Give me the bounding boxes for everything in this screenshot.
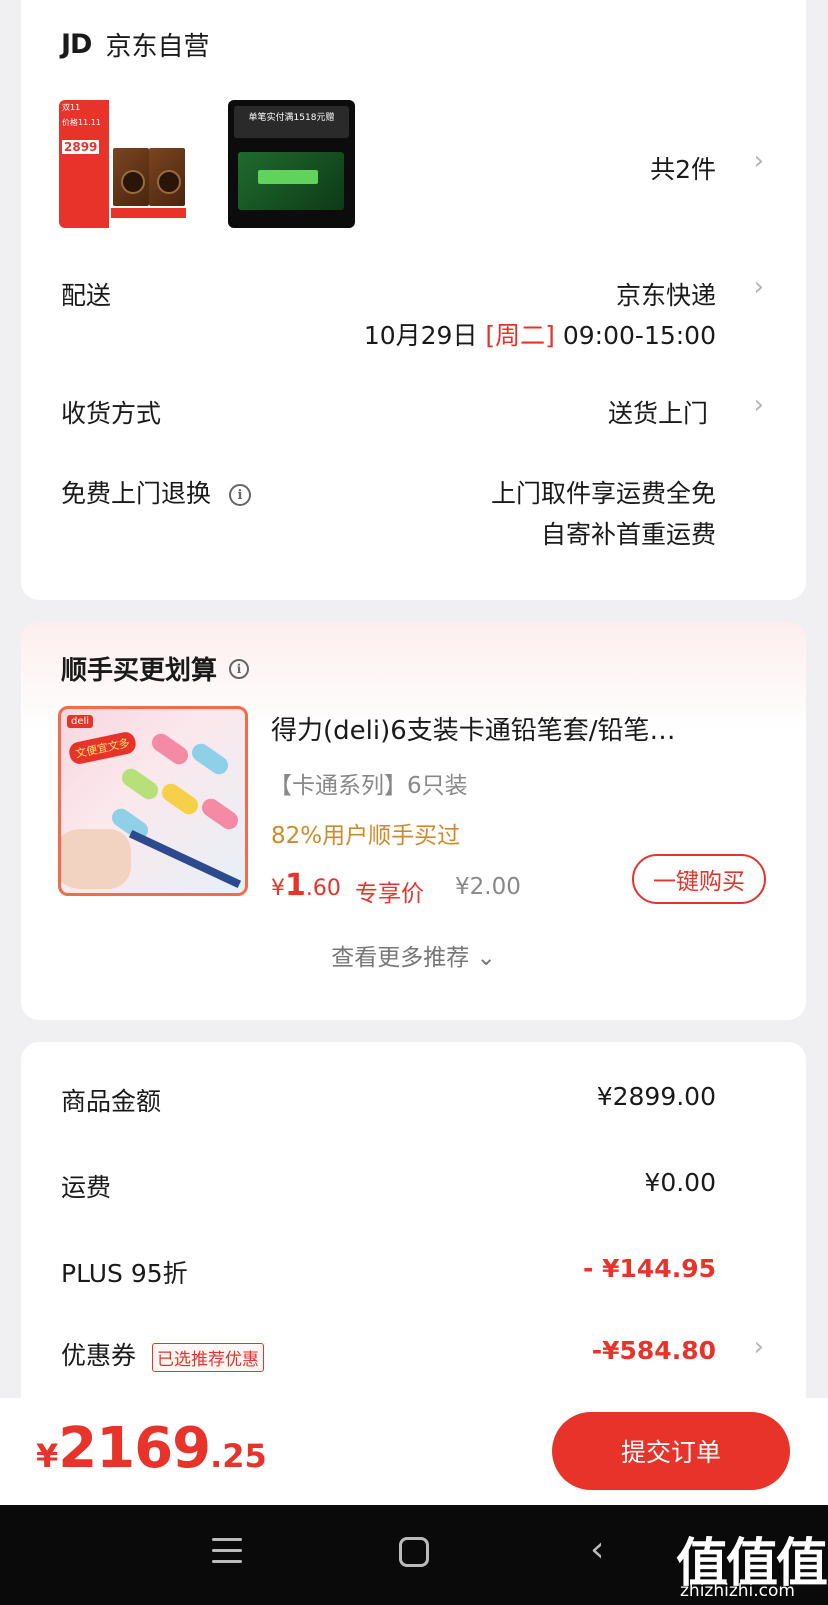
shipping-label: 运费 bbox=[61, 1173, 112, 1202]
goods-amount-label: 商品金额 bbox=[61, 1087, 162, 1116]
store-name: 京东自营 bbox=[105, 32, 210, 62]
system-nav-bar: ‹ 值值值 zhizhizhi.com bbox=[0, 1505, 828, 1605]
speaker-image bbox=[113, 148, 149, 206]
delivery-weekday: [周二] bbox=[485, 321, 555, 350]
coupon-tag: 已选推荐优惠 bbox=[152, 1342, 265, 1372]
addon-product-spec: 【卡通系列】6只装 bbox=[269, 773, 468, 799]
order-card: JD 京东自营 双11 价格11.11 2899 单笔实付满1518元赠 共2件… bbox=[21, 0, 806, 600]
goods-amount-value: ¥2899.00 bbox=[596, 1082, 716, 1111]
receive-method-label: 收货方式 bbox=[61, 399, 162, 428]
price-summary-card: 商品金额 ¥2899.00 运费 ¥0.00 PLUS 95折 - ¥144.9… bbox=[21, 1042, 806, 1422]
menu-icon[interactable] bbox=[212, 1538, 242, 1564]
watermark-url: zhizhizhi.com bbox=[680, 1581, 795, 1601]
product-thumbnail-speakers[interactable]: 双11 价格11.11 2899 bbox=[59, 100, 186, 228]
submit-order-button[interactable]: 提交订单 bbox=[552, 1412, 790, 1490]
delivery-label: 配送 bbox=[61, 281, 112, 310]
back-icon[interactable]: ‹ bbox=[590, 1529, 604, 1570]
addon-recommendation-card: 顺手买更划算 i deli 文便宜文多 得力(deli)6支装卡通铅笔套/铅笔… … bbox=[21, 622, 806, 1020]
addon-price: ¥1.60 bbox=[271, 868, 341, 903]
product-thumbnail-gift[interactable]: 单笔实付满1518元赠 bbox=[228, 100, 355, 228]
thumb-badge-line: 价格11.11 bbox=[62, 118, 101, 127]
speaker-image bbox=[149, 148, 185, 206]
promo-sticker: 文便宜文多 bbox=[67, 730, 138, 766]
thumb-badge: 双11 bbox=[62, 103, 81, 112]
return-policy-line1: 上门取件享运费全免 bbox=[490, 479, 716, 508]
shipping-value: ¥0.00 bbox=[644, 1168, 716, 1197]
free-return-label: 免费上门退换 i bbox=[61, 474, 252, 510]
chevron-right-icon[interactable]: › bbox=[754, 390, 764, 420]
chevron-right-icon[interactable]: › bbox=[754, 146, 764, 176]
plus-discount-label: PLUS 95折 bbox=[61, 1259, 188, 1288]
home-icon[interactable] bbox=[399, 1537, 429, 1567]
chevron-right-icon[interactable]: › bbox=[754, 1332, 764, 1362]
receive-method-value[interactable]: 送货上门 bbox=[608, 394, 708, 430]
order-total: ¥2169.25 bbox=[36, 1416, 267, 1481]
section-title: 顺手买更划算 i bbox=[61, 650, 250, 687]
info-icon[interactable]: i bbox=[229, 484, 252, 506]
brand-logo: deli bbox=[67, 715, 94, 728]
jd-logo: JD bbox=[61, 29, 92, 60]
coupon-value[interactable]: -¥584.80 bbox=[592, 1336, 716, 1365]
checkout-bar: ¥2169.25 提交订单 bbox=[0, 1398, 828, 1505]
coupon-label[interactable]: 优惠券 已选推荐优惠 bbox=[61, 1336, 265, 1372]
thumb-price: 2899 bbox=[62, 140, 100, 154]
one-click-buy-button[interactable]: 一键购买 bbox=[632, 854, 766, 904]
view-more-recommendations[interactable]: 查看更多推荐 ⌄ bbox=[21, 938, 806, 972]
exclusive-price-label: 专享价 bbox=[355, 881, 424, 907]
item-count[interactable]: 共2件 bbox=[650, 150, 716, 186]
social-proof: 82%用户顺手买过 bbox=[271, 823, 461, 849]
info-icon[interactable]: i bbox=[229, 658, 250, 679]
delivery-carrier[interactable]: 京东快递 bbox=[616, 276, 716, 312]
return-policy-line2: 自寄补首重运费 bbox=[540, 520, 716, 549]
delivery-time[interactable]: 10月29日 [周二] 09:00-15:00 bbox=[364, 316, 716, 352]
plus-discount-value: - ¥144.95 bbox=[583, 1254, 716, 1283]
gift-box-image bbox=[238, 152, 344, 210]
product-image-pencil-caps[interactable]: deli 文便宜文多 bbox=[58, 706, 248, 896]
addon-product-title[interactable]: 得力(deli)6支装卡通铅笔套/铅笔… bbox=[271, 710, 741, 747]
chevron-right-icon[interactable]: › bbox=[754, 272, 764, 302]
store-header: JD 京东自营 bbox=[61, 26, 209, 63]
thumb-banner: 单笔实付满1518元赠 bbox=[234, 106, 349, 138]
original-price: ¥2.00 bbox=[455, 874, 521, 900]
